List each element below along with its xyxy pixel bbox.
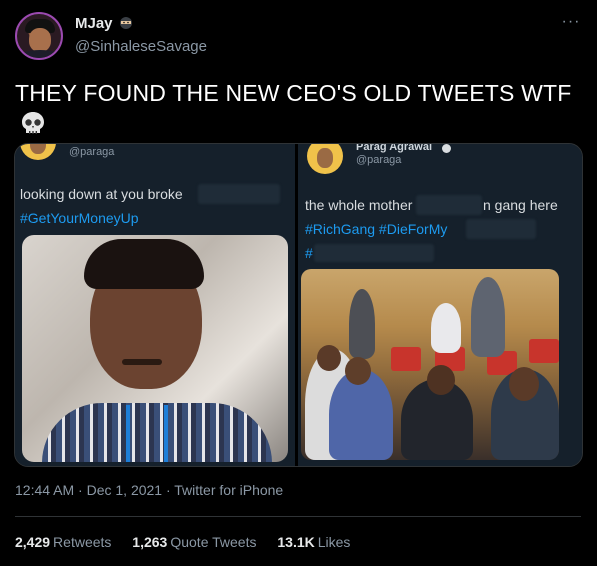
more-options-icon[interactable]: ··· [561, 14, 581, 35]
screenshot-text-start: the whole mother [305, 197, 413, 213]
retweets-label: Retweets [53, 534, 112, 550]
group-photo [301, 269, 559, 460]
screenshot-text: looking down at you broke [20, 186, 183, 202]
screenshot-avatar [20, 144, 56, 160]
selfie-photo [22, 235, 288, 462]
blurred-text [198, 184, 280, 204]
avatar[interactable] [15, 12, 63, 60]
media-image-right[interactable]: Parag Agrawal @paraga the whole mother n… [298, 144, 582, 466]
screenshot-handle: @paraga [356, 154, 402, 166]
media-image-left[interactable]: @paraga looking down at you broke #GetYo… [15, 144, 295, 466]
retweets-count: 2,429 [15, 534, 51, 550]
blurred-text [314, 244, 434, 262]
quotes-count: 1,263 [132, 534, 168, 550]
blurred-text [466, 219, 536, 239]
user-handle[interactable]: @SinhaleseSavage [75, 38, 207, 55]
blurred-text [416, 195, 482, 215]
skull-icon [22, 112, 44, 134]
tweet-timestamp[interactable]: 12:44 AM · Dec 1, 2021 · Twitter for iPh… [15, 482, 283, 498]
screenshot-hash-fragment: # [305, 245, 313, 261]
screenshot-text-end: n gang here [483, 197, 558, 213]
screenshot-handle: @paraga [69, 146, 115, 158]
likes-label: Likes [317, 534, 351, 550]
screenshot-hashtags: #RichGang #DieForMy [305, 221, 448, 237]
retweets-stat[interactable]: 2,429 Retweets [15, 534, 111, 550]
display-name[interactable]: MJay [75, 15, 113, 32]
verified-icon [442, 144, 451, 153]
tweet-container: MJay @SinhaleseSavage ··· THEY FOUND THE… [0, 0, 597, 566]
tweet-stats: 2,429 Retweets 1,263 Quote Tweets 13.1K Lik… [15, 534, 367, 550]
screenshot-name: Parag Agrawal [356, 144, 433, 153]
screenshot-avatar [307, 144, 343, 174]
ninja-emoji-icon [120, 17, 132, 29]
divider [15, 516, 581, 517]
tweet-media[interactable]: @paraga looking down at you broke #GetYo… [14, 143, 583, 467]
tweet-body: THEY FOUND THE NEW CEO'S OLD TWEETS WTF [15, 80, 572, 106]
likes-count: 13.1K [277, 534, 315, 550]
quotes-stat[interactable]: 1,263 Quote Tweets [132, 534, 256, 550]
likes-stat[interactable]: 13.1K Likes [277, 534, 350, 550]
quotes-label: Quote Tweets [170, 534, 257, 550]
screenshot-hashtag: #GetYourMoneyUp [20, 210, 139, 226]
